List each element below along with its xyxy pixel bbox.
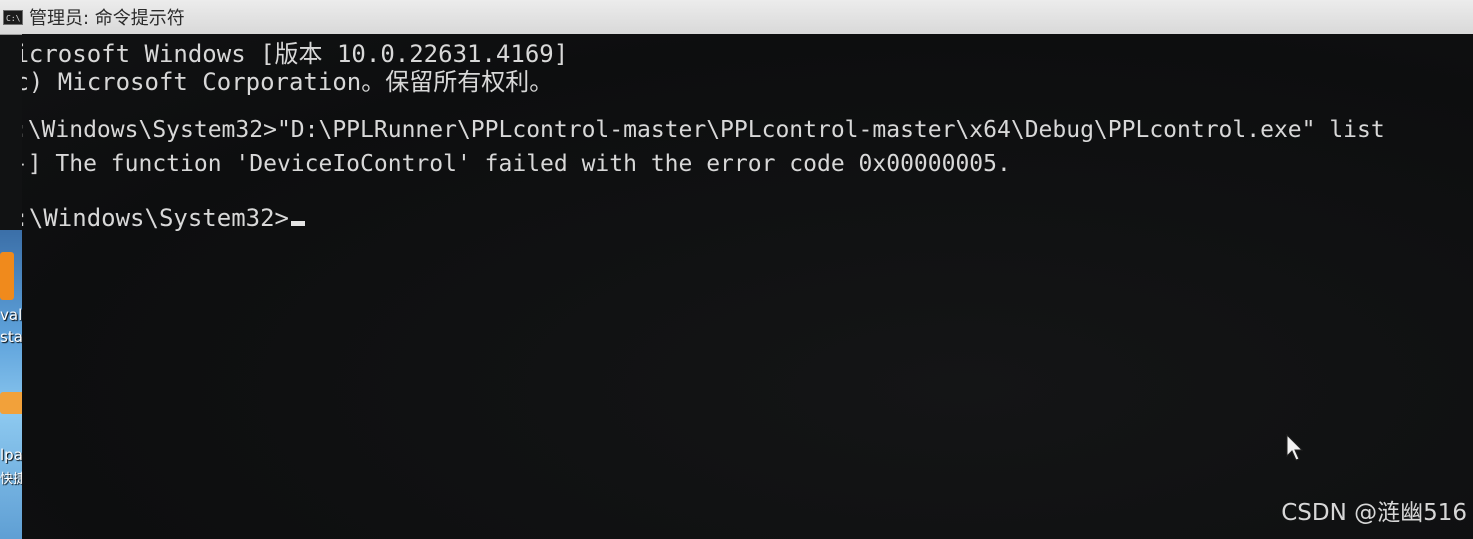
error-line: [-] The function 'DeviceIoControl' faile… (22, 151, 1011, 177)
mouse-pointer-icon (1286, 434, 1304, 461)
desktop-app-icon[interactable] (0, 252, 14, 300)
console-output[interactable]: Microsoft Windows [版本 10.0.22631.4169] (… (22, 34, 1473, 539)
prompt-text: C:\Windows\System32> (22, 204, 289, 232)
command-line: C:\Windows\System32>"D:\PPLRunner\PPLcon… (22, 117, 1385, 143)
command-prompt-icon: C:\ (3, 9, 23, 25)
console-line: (c) Microsoft Corporation。保留所有权利。 (22, 68, 554, 96)
text-cursor (290, 221, 305, 226)
window-titlebar[interactable]: C:\ 管理员: 命令提示符 (0, 0, 1473, 35)
watermark: CSDN @涟幽516 (1281, 500, 1467, 526)
prompt-line: C:\Windows\System32> (22, 204, 305, 232)
window-title: 管理员: 命令提示符 (29, 8, 185, 29)
console-line: Microsoft Windows [版本 10.0.22631.4169] (22, 40, 569, 68)
